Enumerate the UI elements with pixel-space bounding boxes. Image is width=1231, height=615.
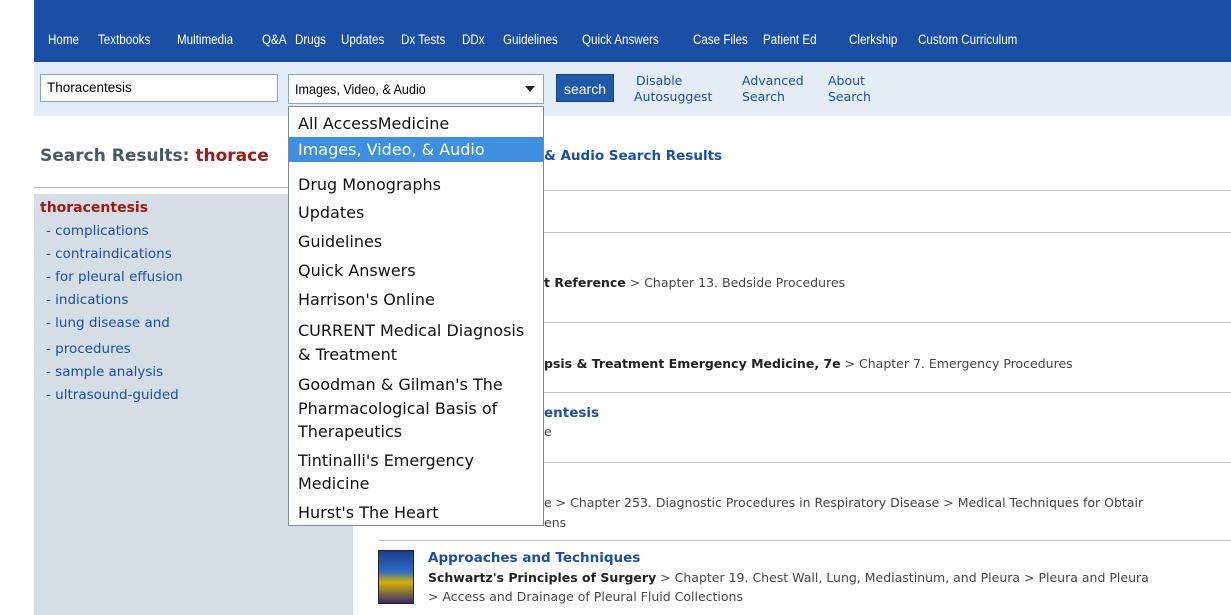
result-5-chapter: > Chapter 19. Chest Wall, Lung, Mediasti… [656, 570, 1149, 585]
scope-select-value: Images, Video, & Audio [295, 81, 426, 97]
scope-select[interactable]: Images, Video, & Audio [288, 74, 544, 104]
option-tintinalli-line2[interactable]: Medicine [289, 471, 543, 496]
search-button[interactable]: search [556, 74, 614, 102]
top-nav: Home Textbooks Multimedia Q&A Drugs Upda… [34, 0, 1231, 62]
result-4-fragment: ens [544, 515, 567, 530]
scope-dropdown: All AccessMedicine Images, Video, & Audi… [288, 106, 544, 526]
about-search-link[interactable]: About Search [828, 73, 871, 105]
result-2-chapter: > Chapter 7. Emergency Procedures [840, 356, 1073, 371]
nav-textbooks[interactable]: Textbooks [98, 32, 150, 47]
page-title-prefix: Search Results: [40, 146, 196, 166]
option-goodman-gilman-line3[interactable]: Therapeutics [289, 419, 543, 444]
sidebar-item-complications[interactable]: - complications [46, 223, 149, 239]
about-search-line2: Search [828, 89, 871, 104]
option-tintinalli[interactable]: Tintinalli's Emergency [289, 448, 543, 473]
result-5-title[interactable]: Approaches and Techniques [428, 550, 640, 566]
book-thumbnail[interactable] [378, 550, 414, 604]
page-title: Search Results: thorace [40, 146, 269, 166]
nav-case-files[interactable]: Case Files [693, 32, 748, 47]
disable-autosuggest-line2: Autosuggest [634, 89, 713, 104]
result-1-source[interactable]: t Reference [544, 275, 626, 290]
chevron-down-icon [525, 86, 535, 92]
about-search-line1: About [828, 73, 865, 88]
sidebar-item-pleural-effusion[interactable]: - for pleural effusion [46, 269, 183, 285]
nav-home[interactable]: Home [48, 32, 79, 47]
option-current-diagnosis-line2[interactable]: & Treatment [289, 342, 543, 367]
disable-autosuggest-link[interactable]: Disable Autosuggest [634, 73, 712, 105]
advanced-search-line1: Advanced [742, 73, 804, 88]
option-current-diagnosis[interactable]: CURRENT Medical Diagnosis [289, 318, 543, 343]
nav-quick-answers[interactable]: Quick Answers [582, 32, 659, 47]
page-title-query: thorace [195, 146, 269, 166]
nav-drugs[interactable]: Drugs [295, 32, 326, 47]
option-drug-monographs[interactable]: Drug Monographs [289, 172, 543, 197]
option-hursts-the-heart[interactable]: Hurst's The Heart [289, 500, 543, 525]
option-updates[interactable]: Updates [289, 200, 543, 225]
result-1-chapter: > Chapter 13. Bedside Procedures [625, 275, 846, 290]
advanced-search-line2: Search [742, 89, 785, 104]
advanced-search-link[interactable]: Advanced Search [742, 73, 804, 105]
sidebar-title[interactable]: thoracentesis [40, 200, 148, 216]
result-3-title[interactable]: entesis [544, 405, 599, 421]
option-guidelines[interactable]: Guidelines [289, 229, 543, 254]
nav-clerkship[interactable]: Clerkship [849, 32, 897, 47]
nav-multimedia[interactable]: Multimedia [177, 32, 233, 47]
nav-qa[interactable]: Q&A [262, 32, 287, 47]
option-all-accessmedicine[interactable]: All AccessMedicine [289, 111, 543, 136]
nav-updates[interactable]: Updates [341, 32, 384, 47]
sidebar-item-lung-disease[interactable]: - lung disease and [46, 315, 170, 331]
result-5-path: Schwartz's Principles of Surgery > Chapt… [428, 570, 1149, 585]
sidebar-item-contraindications[interactable]: - contraindications [46, 246, 172, 262]
result-divider [378, 540, 1231, 541]
result-1-path: t Reference > Chapter 13. Bedside Proced… [544, 275, 845, 290]
nav-dx-tests[interactable]: Dx Tests [401, 32, 445, 47]
sidebar-item-sample-analysis[interactable]: - sample analysis [46, 364, 163, 380]
option-goodman-gilman-line2[interactable]: Pharmacological Basis of [289, 396, 543, 421]
sidebar-item-procedures[interactable]: - procedures [46, 341, 131, 357]
result-3-fragment: e [544, 424, 552, 439]
result-4-path: e > Chapter 253. Diagnostic Procedures i… [544, 495, 1144, 510]
result-2-path: psis & Treatment Emergency Medicine, 7e … [544, 356, 1073, 371]
sidebar-item-indications[interactable]: - indications [46, 292, 128, 308]
option-images-video-audio[interactable]: Images, Video, & Audio [289, 137, 543, 162]
option-quick-answers[interactable]: Quick Answers [289, 258, 543, 283]
option-harrisons-online[interactable]: Harrison's Online [289, 287, 543, 312]
nav-ddx[interactable]: DDx [462, 32, 485, 47]
results-heading: & Audio Search Results [544, 148, 723, 164]
search-input[interactable]: Thoracentesis [40, 74, 278, 102]
nav-custom-curriculum[interactable]: Custom Curriculum [918, 32, 1017, 47]
result-5-subpath: > Access and Drainage of Pleural Fluid C… [428, 589, 743, 604]
nav-patient-ed[interactable]: Patient Ed [763, 32, 817, 47]
disable-autosuggest-line1: Disable [636, 73, 683, 88]
result-5-source[interactable]: Schwartz's Principles of Surgery [428, 570, 656, 585]
sidebar-item-ultrasound-guided[interactable]: - ultrasound-guided [46, 387, 179, 403]
option-goodman-gilman[interactable]: Goodman & Gilman's The [289, 372, 543, 397]
result-2-source[interactable]: psis & Treatment Emergency Medicine, 7e [544, 356, 841, 371]
nav-guidelines[interactable]: Guidelines [503, 32, 558, 47]
